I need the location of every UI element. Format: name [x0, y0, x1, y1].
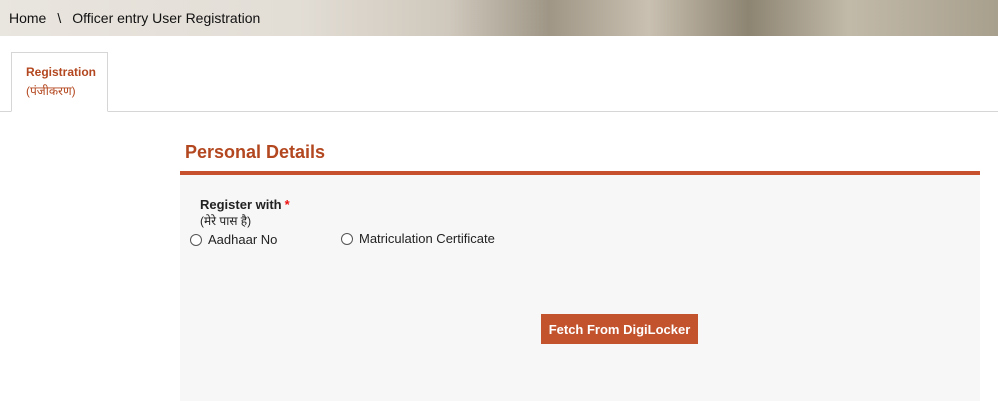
tab-registration-label: Registration — [26, 65, 97, 79]
tab-bar: Registration (पंजीकरण) — [0, 36, 998, 112]
tab-registration[interactable]: Registration (पंजीकरण) — [11, 52, 108, 112]
radio-aadhaar[interactable]: Aadhaar No — [190, 232, 277, 247]
breadcrumb-home-link[interactable]: Home — [9, 10, 46, 26]
radio-matriculation-label: Matriculation Certificate — [359, 231, 495, 246]
required-mark: * — [284, 197, 290, 212]
radio-matriculation-circle[interactable] — [341, 232, 353, 245]
radio-matriculation[interactable]: Matriculation Certificate — [341, 231, 495, 246]
breadcrumb-current: Officer entry User Registration — [72, 10, 261, 26]
section-body: Register with * (मेरे पास है) Aadhaar No … — [180, 175, 980, 401]
breadcrumb: Home \ Officer entry User Registration — [0, 0, 998, 36]
tab-registration-sublabel: (पंजीकरण) — [26, 84, 76, 98]
register-with-label: Register with * — [200, 197, 290, 212]
fetch-digilocker-button[interactable]: Fetch From DigiLocker — [541, 314, 698, 344]
radio-aadhaar-label: Aadhaar No — [208, 232, 278, 247]
section-title: Personal Details — [185, 142, 326, 162]
register-with-text: Register with — [200, 197, 282, 212]
personal-details-section: Personal Details Register with * (मेरे पा… — [180, 140, 980, 401]
breadcrumb-separator: \ — [57, 10, 62, 26]
register-with-sublabel: (मेरे पास है) — [200, 214, 252, 228]
radio-aadhaar-circle[interactable] — [190, 233, 202, 246]
